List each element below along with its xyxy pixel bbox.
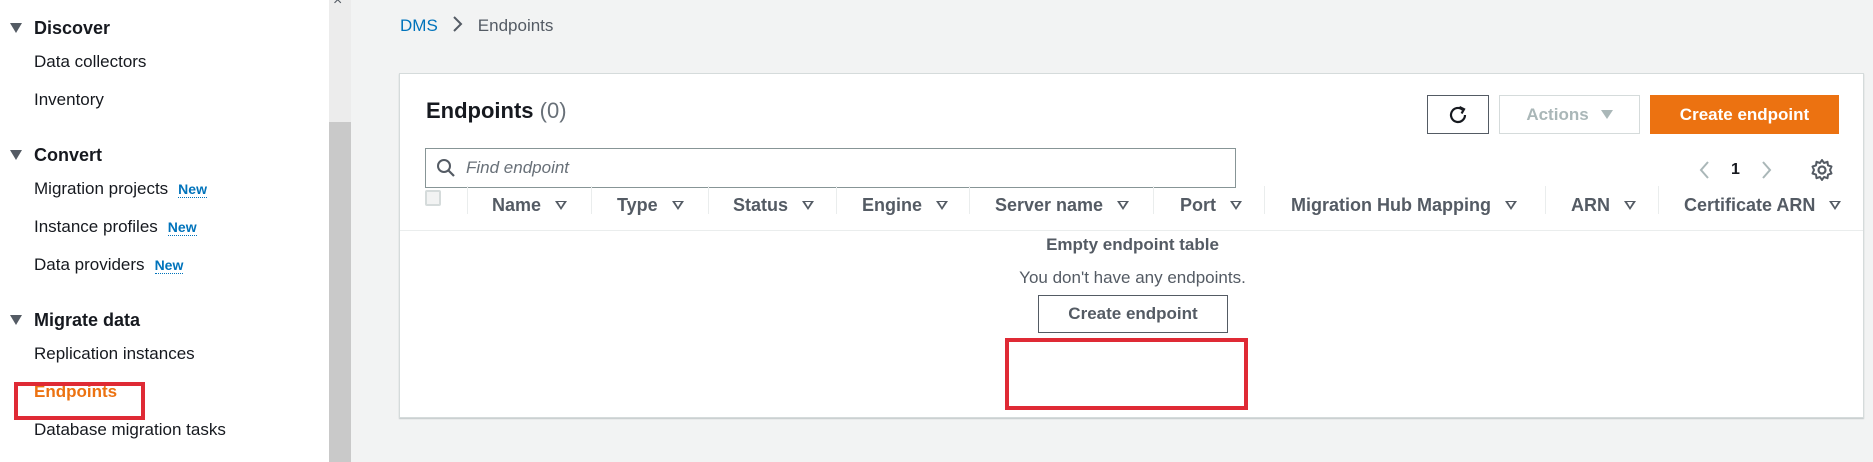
actions-label: Actions — [1526, 104, 1589, 124]
sort-caret-icon — [1829, 200, 1842, 210]
sidebar-item-inventory[interactable]: Inventory — [0, 81, 146, 119]
column-header-port[interactable]: Port — [1180, 188, 1242, 222]
nav-section-title: Convert — [34, 144, 103, 165]
column-divider — [836, 186, 837, 214]
endpoint-count: (0) — [539, 98, 567, 123]
sidebar-item-label: Inventory — [34, 90, 104, 109]
sort-caret-icon — [802, 200, 815, 210]
refresh-button[interactable] — [1427, 95, 1489, 134]
nav-section-migrate-data: Migrate data Replication instances Endpo… — [0, 305, 226, 449]
nav-section-convert: Convert Migration projects New Instance … — [0, 140, 207, 284]
caret-down-icon — [10, 23, 22, 33]
chevron-right-icon — [452, 15, 464, 38]
highlight-box-create-endpoint — [1005, 338, 1248, 410]
column-header-migration-hub-mapping[interactable]: Migration Hub Mapping — [1291, 188, 1517, 222]
column-header-arn[interactable]: ARN — [1571, 188, 1636, 222]
page-number[interactable]: 1 — [1731, 161, 1740, 179]
sidebar-item-label: Instance profiles — [34, 217, 158, 236]
column-divider — [1264, 186, 1265, 214]
breadcrumb: DMS Endpoints — [400, 14, 553, 38]
empty-state-description: You don't have any endpoints. — [1019, 268, 1246, 287]
column-header-label: Certificate ARN — [1684, 194, 1816, 215]
column-header-label: Port — [1180, 194, 1216, 215]
side-navigation: Discover Data collectors Inventory Conve… — [0, 0, 329, 462]
column-header-type[interactable]: Type — [617, 188, 684, 222]
column-header-label: Engine — [862, 194, 923, 215]
sidebar-item-label: Database migration tasks — [34, 420, 226, 439]
sidebar-item-migration-projects[interactable]: Migration projects New — [0, 170, 207, 208]
column-header-status[interactable]: Status — [733, 188, 815, 222]
nav-section-header-migrate-data[interactable]: Migrate data — [0, 305, 226, 335]
sidebar-item-label: Data providers — [34, 255, 145, 274]
search-icon — [437, 159, 455, 177]
chevron-left-icon[interactable] — [1691, 157, 1717, 183]
sort-caret-icon — [671, 200, 684, 210]
select-all-checkbox[interactable] — [425, 190, 441, 206]
table-header-divider — [400, 230, 1863, 231]
sidebar-item-label: Migration projects — [34, 179, 169, 198]
sidebar-item-instance-profiles[interactable]: Instance profiles New — [0, 208, 207, 246]
search-input[interactable] — [464, 149, 1235, 187]
column-divider — [1153, 186, 1154, 214]
gear-icon[interactable] — [1809, 157, 1835, 183]
sidebar-scrollbar-thumb[interactable] — [329, 122, 351, 462]
create-endpoint-empty-button[interactable]: Create endpoint — [1038, 295, 1228, 333]
column-header-engine[interactable]: Engine — [862, 188, 949, 222]
column-divider — [969, 186, 970, 214]
sort-caret-icon — [1117, 200, 1130, 210]
column-header-name[interactable]: Name — [492, 188, 568, 222]
sort-caret-icon — [1624, 200, 1636, 210]
highlight-box-endpoints — [14, 382, 145, 420]
pagination: 1 — [1691, 156, 1780, 184]
page-title: Endpoints (0) — [426, 98, 567, 124]
empty-state-title: Empty endpoint table — [1046, 235, 1219, 254]
column-divider — [708, 186, 709, 214]
column-header-label: Migration Hub Mapping — [1291, 194, 1491, 215]
sidebar-item-replication-instances[interactable]: Replication instances — [0, 335, 226, 373]
sort-caret-icon — [936, 200, 949, 210]
nav-section-header-convert[interactable]: Convert — [0, 140, 207, 170]
actions-dropdown-button[interactable]: Actions — [1499, 95, 1640, 134]
column-divider — [467, 186, 468, 214]
caret-down-icon — [10, 150, 22, 160]
caret-down-icon — [1600, 110, 1613, 119]
column-header-server-name[interactable]: Server name — [995, 188, 1130, 222]
breadcrumb-current: Endpoints — [477, 16, 554, 35]
close-sidebar-icon[interactable]: × — [333, 0, 342, 10]
column-divider — [1658, 186, 1659, 214]
create-endpoint-button[interactable]: Create endpoint — [1650, 95, 1839, 134]
caret-down-icon — [10, 315, 22, 325]
sidebar-item-data-providers[interactable]: Data providers New — [0, 246, 207, 284]
sort-caret-icon — [1230, 200, 1242, 210]
nav-section-header-discover[interactable]: Discover — [0, 13, 146, 43]
nav-section-discover: Discover Data collectors Inventory — [0, 13, 146, 119]
panel-title-text: Endpoints — [426, 98, 534, 123]
column-header-label: Server name — [995, 194, 1104, 215]
column-header-label: Status — [733, 194, 789, 215]
sidebar-item-data-collectors[interactable]: Data collectors — [0, 43, 146, 81]
search-field[interactable] — [425, 148, 1236, 188]
nav-section-title: Discover — [34, 17, 111, 38]
new-badge: New — [167, 218, 197, 236]
column-header-label: Name — [492, 194, 542, 215]
column-divider — [1545, 186, 1546, 214]
sidebar-item-label: Data collectors — [34, 52, 147, 71]
chevron-right-icon[interactable] — [1754, 157, 1780, 183]
sort-caret-icon — [555, 200, 568, 210]
new-badge: New — [178, 180, 207, 198]
column-header-label: Type — [617, 194, 658, 215]
breadcrumb-link-dms[interactable]: DMS — [400, 16, 438, 36]
refresh-icon — [1449, 105, 1467, 123]
column-header-certificate-arn[interactable]: Certificate ARN — [1684, 188, 1842, 222]
sidebar-item-label: Replication instances — [34, 344, 195, 363]
new-badge: New — [154, 256, 184, 274]
column-divider — [591, 186, 592, 214]
column-header-label: ARN — [1571, 194, 1610, 215]
nav-section-title: Migrate data — [34, 309, 141, 330]
sort-caret-icon — [1504, 200, 1517, 210]
